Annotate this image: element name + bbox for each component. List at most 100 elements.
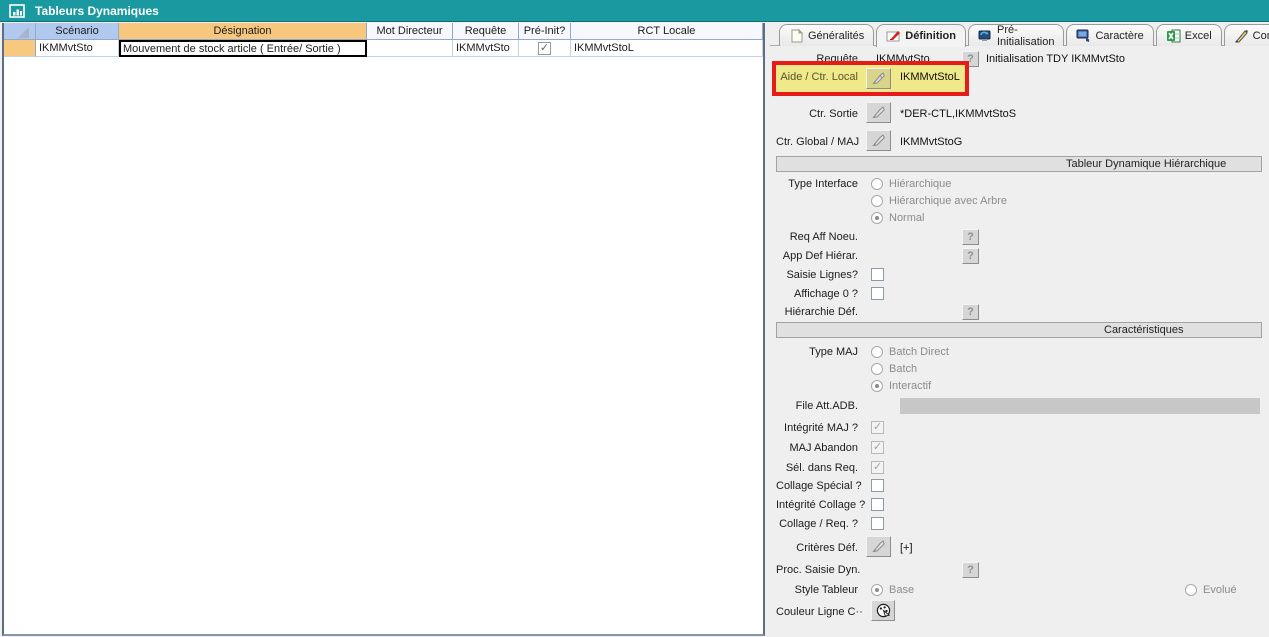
scenario-grid: Scénario Désignation Mot Directeur Requê… [2, 23, 765, 636]
section-title: Caractéristiques [1104, 324, 1183, 336]
row-selector-cell[interactable] [4, 40, 36, 57]
affichage-0-checkbox[interactable] [871, 287, 884, 300]
field-label: Collage / Req. ? [776, 518, 858, 530]
tab-excel[interactable]: Excel [1156, 24, 1222, 46]
file-att-adb-input[interactable] [900, 398, 1260, 414]
field-ctr-global-maj: Ctr. Global / MAJ IKMMvtStoG [776, 130, 1269, 148]
radio-label: Hiérarchique [889, 178, 951, 190]
aide-ctr-local-highlight: Aide / Ctr. Local IKMMvtStoL [772, 61, 969, 96]
red-pen-icon [886, 29, 901, 43]
field-couleur-ligne: Couleur Ligne C·· [776, 600, 1269, 618]
sel-dans-req-checkbox[interactable]: ✓ [871, 461, 884, 474]
tab-label: Généralités [808, 30, 864, 42]
tab-label: Excel [1185, 30, 1212, 42]
field-label: Aide / Ctr. Local [776, 71, 858, 83]
section-header-hierarchique: Tableur Dynamique Hiérarchique [776, 156, 1262, 172]
select-all-triangle-icon [18, 27, 29, 38]
field-sel-dans-req: Sél. dans Req. ✓ [776, 460, 1269, 478]
col-header-designation[interactable]: Désignation [119, 23, 367, 40]
tab-definition[interactable]: Définition [876, 24, 966, 47]
radio-interactif-selected[interactable] [871, 380, 883, 392]
radio-batch[interactable] [871, 363, 883, 375]
field-label: MAJ Abandon [776, 442, 858, 454]
couleur-ligne-button[interactable] [871, 600, 895, 621]
col-header-mot-directeur[interactable]: Mot Directeur [367, 23, 453, 40]
tab-label: Pré-Initialisation [997, 24, 1054, 48]
col-header-rct-locale[interactable]: RCT Locale [571, 23, 763, 40]
hand-pen-icon [871, 71, 887, 86]
tabstrip: Généralités Définition Pré-Initialisatio… [779, 24, 1269, 46]
collage-req-checkbox[interactable] [871, 517, 884, 530]
tab-commentaire[interactable]: Commentaire [1224, 24, 1269, 46]
hand-pen-icon [871, 539, 887, 554]
cell-mot-directeur[interactable] [367, 40, 453, 57]
integrite-collage-checkbox[interactable] [871, 498, 884, 511]
palette-icon [876, 603, 891, 618]
tab-label: Caractère [1095, 30, 1143, 42]
radio-hierarchique-arbre[interactable] [871, 195, 883, 207]
field-type-maj-opt3: Interactif [776, 378, 1269, 396]
app-def-hierar-lookup-button[interactable]: ? [962, 248, 979, 264]
cell-pre-init[interactable]: ✓ [519, 40, 571, 57]
hierarchie-def-lookup-button[interactable]: ? [962, 304, 979, 320]
integrite-maj-checkbox[interactable]: ✓ [871, 421, 884, 434]
monitor-refresh-icon [978, 29, 993, 43]
field-type-maj: Type MAJ Batch Direct [776, 344, 1269, 362]
cell-rct-locale[interactable]: IKMMvtStoL [571, 40, 763, 57]
field-label: Hiérarchie Déf. [776, 306, 858, 318]
col-header-scenario[interactable]: Scénario [36, 23, 119, 40]
tab-generalites[interactable]: Généralités [779, 24, 874, 46]
req-aff-noeu-lookup-button[interactable]: ? [962, 229, 979, 245]
field-type-maj-opt2: Batch [776, 361, 1269, 379]
field-style-tableur: Style Tableur Base Evolué [776, 582, 1269, 600]
field-saisie-lignes: Saisie Lignes? [776, 267, 1269, 285]
select-all-corner[interactable] [4, 23, 36, 40]
field-criteres-def: Critères Déf. [+] [776, 536, 1269, 554]
pencil-icon [1234, 29, 1249, 43]
field-app-def-hierar: App Def Hiérar. ? [776, 248, 1269, 266]
field-hierarchie-def: Hiérarchie Déf. ? [776, 304, 1269, 322]
field-label: Affichage 0 ? [776, 288, 858, 300]
tab-pre-initialisation[interactable]: Pré-Initialisation [968, 24, 1064, 46]
radio-label: Evolué [1203, 584, 1237, 596]
radio-evolue[interactable] [1185, 584, 1197, 596]
criteres-def-edit-button[interactable] [866, 536, 891, 557]
radio-batch-direct[interactable] [871, 346, 883, 358]
field-collage-special: Collage Spécial ? [776, 478, 1269, 496]
field-label: Saisie Lignes? [776, 269, 858, 281]
definition-panel: Requête IKMMvtSto ? Initialisation TDY I… [776, 46, 1269, 637]
radio-base-selected[interactable] [871, 584, 883, 596]
col-header-requete[interactable]: Requête [453, 23, 519, 40]
field-label: Intégrité Collage ? [776, 499, 858, 511]
cell-designation-selected[interactable]: Mouvement de stock article ( Entrée/ Sor… [119, 40, 367, 57]
collage-special-checkbox[interactable] [871, 479, 884, 492]
radio-label: Batch [889, 363, 917, 375]
radio-normal-selected[interactable] [871, 212, 883, 224]
excel-icon [1166, 29, 1181, 43]
field-label: Type Interface [776, 178, 858, 190]
section-title: Tableur Dynamique Hiérarchique [1066, 158, 1226, 170]
window-app-icon [9, 4, 25, 18]
radio-label: Base [889, 584, 914, 596]
field-label: Proc. Saisie Dyn. [776, 564, 858, 576]
field-label: Sél. dans Req. [776, 462, 858, 474]
aide-ctr-local-edit-button[interactable] [866, 68, 891, 89]
maj-abandon-checkbox[interactable]: ✓ [871, 441, 884, 454]
field-label: Ctr. Global / MAJ [776, 136, 858, 148]
radio-label: Interactif [889, 380, 931, 392]
field-req-aff-noeu: Req Aff Noeu. ? [776, 229, 1269, 247]
cell-scenario[interactable]: IKMMvtSto [36, 40, 119, 57]
pre-init-checkbox[interactable]: ✓ [538, 42, 551, 55]
radio-hierarchique[interactable] [871, 178, 883, 190]
tab-label: Commentaire [1253, 30, 1269, 42]
col-header-pre-init[interactable]: Pré-Init? [519, 23, 571, 40]
proc-saisie-dyn-lookup-button[interactable]: ? [962, 562, 979, 578]
ctr-sortie-edit-button[interactable] [866, 102, 891, 123]
cell-requete[interactable]: IKMMvtSto [453, 40, 519, 57]
monitor-icon [1076, 29, 1091, 43]
ctr-global-edit-button[interactable] [866, 130, 891, 151]
field-type-interface: Type Interface Hiérarchique [776, 176, 1269, 194]
hand-pen-icon [871, 133, 887, 148]
saisie-lignes-checkbox[interactable] [871, 268, 884, 281]
tab-caractere[interactable]: Caractère [1066, 24, 1153, 46]
